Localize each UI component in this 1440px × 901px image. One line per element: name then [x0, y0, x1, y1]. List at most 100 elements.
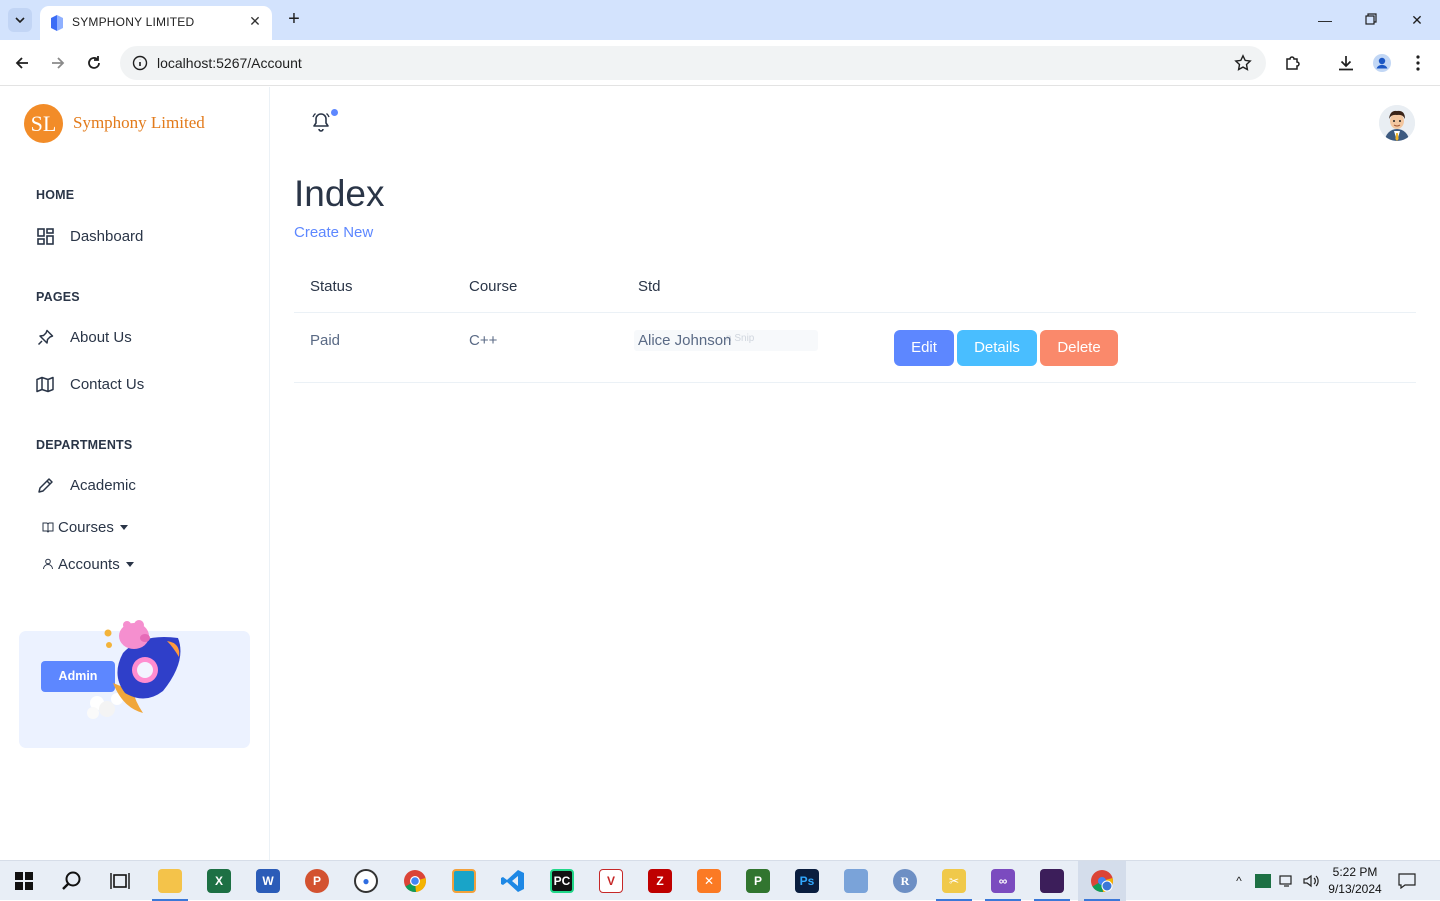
main-content: Index Create New Status Course Std Paid …	[270, 87, 1440, 860]
bell-icon[interactable]	[310, 111, 332, 133]
browser-tab[interactable]: SYMPHONY LIMITED ✕	[40, 6, 272, 40]
vc-app[interactable]: V	[587, 861, 635, 901]
pencil-icon	[36, 476, 54, 494]
profile-icon	[1373, 54, 1391, 72]
word-app[interactable]: W	[244, 861, 292, 901]
sidebar-item-academic[interactable]: Academic	[36, 473, 136, 497]
signal-app[interactable]: ●	[342, 861, 390, 901]
filezilla-app[interactable]: Z	[636, 861, 684, 901]
network-icon[interactable]	[1278, 872, 1296, 890]
nav-caption-departments: DEPARTMENTS	[36, 438, 133, 452]
virtualbox-app[interactable]	[832, 861, 880, 901]
cube-icon	[844, 869, 868, 893]
notification-center-icon[interactable]	[1398, 872, 1416, 890]
xampp-app[interactable]: ✕	[685, 861, 733, 901]
chrome-active-app[interactable]	[1078, 861, 1126, 901]
minimize-button[interactable]: —	[1313, 8, 1337, 32]
create-new-link[interactable]: Create New	[294, 224, 373, 241]
column-header-std[interactable]: Std	[638, 278, 661, 295]
restore-button[interactable]	[1359, 8, 1383, 32]
details-button[interactable]: Details	[957, 330, 1037, 366]
close-window-button[interactable]: ✕	[1405, 8, 1429, 32]
start-button[interactable]	[0, 861, 48, 901]
excel-app[interactable]: X	[195, 861, 243, 901]
accounts-dropdown-label: Accounts	[58, 555, 120, 573]
nav-caption-home: HOME	[36, 188, 75, 202]
visual-studio-app[interactable]: ∞	[979, 861, 1027, 901]
book-icon	[42, 522, 54, 533]
promo-card: Admin	[19, 620, 250, 748]
reload-icon	[88, 56, 100, 69]
vscode-app[interactable]	[489, 861, 537, 901]
file-explorer-app[interactable]	[146, 861, 194, 901]
snipping-tool-app[interactable]: ✂	[930, 861, 978, 901]
site-favicon-icon	[51, 15, 63, 31]
delete-button[interactable]: Delete	[1040, 330, 1118, 366]
photoshop-icon: Ps	[795, 869, 819, 893]
photoshop-app[interactable]: Ps	[783, 861, 831, 901]
r-app[interactable]: R	[881, 861, 929, 901]
sidebar-item-about-us[interactable]: About Us	[36, 325, 132, 349]
sidebar-item-dashboard[interactable]: Dashboard	[36, 224, 143, 248]
windows-logo-icon	[15, 872, 33, 890]
brand-mark: SL	[24, 103, 63, 143]
tab-search-button[interactable]	[8, 8, 32, 32]
app-circle-icon: ●	[354, 869, 378, 893]
brand-logo[interactable]: SL Symphony Limited	[24, 103, 205, 143]
new-tab-button[interactable]: +	[282, 8, 306, 32]
nav-caption-pages: PAGES	[36, 290, 80, 304]
browser-menu-button[interactable]	[1407, 52, 1429, 74]
profile-button[interactable]	[1371, 52, 1393, 74]
edit-button[interactable]: Edit	[894, 330, 954, 366]
column-header-course[interactable]: Course	[469, 278, 517, 295]
extensions-button[interactable]	[1282, 52, 1304, 74]
cell-course: C++	[469, 332, 498, 349]
sidebar-item-contact-us[interactable]: Contact Us	[36, 372, 144, 396]
task-view-button[interactable]	[96, 861, 144, 901]
excel-icon: X	[207, 869, 231, 893]
sidebar-item-label: Dashboard	[70, 227, 144, 245]
project-app[interactable]: P	[734, 861, 782, 901]
remote-app[interactable]	[440, 861, 488, 901]
column-header-status[interactable]: Status	[310, 278, 353, 295]
forward-button[interactable]	[46, 51, 70, 75]
dashboard-icon	[36, 227, 54, 245]
browser-toolbar: localhost:5267/Account	[0, 40, 1440, 86]
vscode-icon	[501, 870, 524, 892]
system-clock[interactable]: 5:22 PM 9/13/2024	[1320, 864, 1390, 898]
powerpoint-app[interactable]: P	[293, 861, 341, 901]
bookmark-star-icon[interactable]	[1234, 54, 1252, 72]
folder-icon	[158, 869, 182, 893]
cell-status: Paid	[310, 332, 341, 349]
avatar[interactable]	[1379, 105, 1415, 141]
tray-overflow-icon[interactable]: ^	[1230, 872, 1248, 890]
search-button[interactable]	[48, 861, 96, 901]
close-tab-icon[interactable]: ✕	[246, 12, 264, 30]
address-bar[interactable]: localhost:5267/Account	[120, 46, 1266, 80]
back-button[interactable]	[10, 51, 34, 75]
terminal-app[interactable]	[1028, 861, 1076, 901]
downloads-button[interactable]	[1335, 52, 1357, 74]
pycharm-app[interactable]: PC	[538, 861, 586, 901]
clock-time: 5:22 PM	[1332, 865, 1378, 879]
terminal-icon	[1040, 869, 1064, 893]
xampp-icon: ✕	[697, 869, 721, 893]
accounts-table: Status Course Std Paid C++ n Snip Alice …	[294, 263, 1416, 383]
courses-dropdown[interactable]: Courses	[42, 517, 128, 537]
pin-icon	[36, 328, 54, 346]
restore-icon	[1365, 13, 1377, 25]
chrome-app[interactable]	[391, 861, 439, 901]
reload-button[interactable]	[82, 51, 106, 75]
visual-studio-icon: ∞	[991, 869, 1015, 893]
tray-app-icon[interactable]	[1254, 872, 1272, 890]
task-view-icon	[110, 873, 130, 889]
pycharm-icon: PC	[550, 869, 574, 893]
rocket-illustration	[87, 620, 181, 719]
site-info-icon[interactable]	[132, 55, 148, 71]
volume-icon[interactable]	[1302, 872, 1320, 890]
chevron-down-icon	[15, 17, 25, 23]
brand-name: Symphony Limited	[73, 113, 205, 132]
download-icon	[1339, 56, 1353, 71]
clock-date: 9/13/2024	[1328, 882, 1382, 896]
accounts-dropdown[interactable]: Accounts	[42, 554, 134, 574]
